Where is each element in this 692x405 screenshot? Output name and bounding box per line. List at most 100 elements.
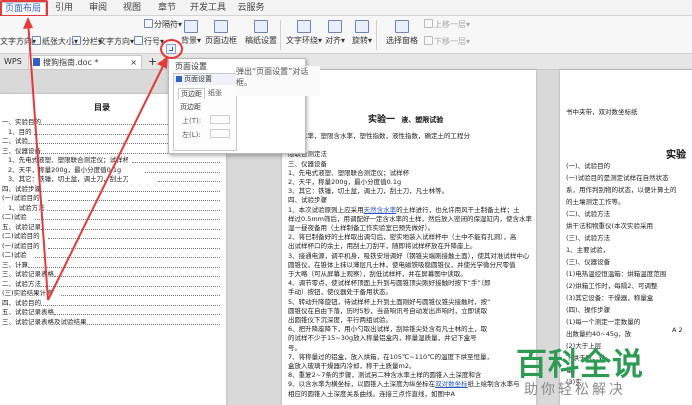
body-line: 6、把升降座降下，用小勺取出试样，刮除锥尖处含有凡士林的土，取: [288, 325, 488, 334]
tab-developer[interactable]: 开发工具: [188, 2, 228, 15]
body-line: 2、天平，称量200g，最小分度值0.1g: [288, 178, 402, 186]
margin-top-input[interactable]: [210, 115, 230, 124]
body-line: 1、先电式液塑、塑限联合测定仪；试样杯: [288, 168, 410, 177]
toc-item[interactable]: (二)试验目的: [2, 232, 122, 241]
right-body-line: (二)、试验方法: [566, 210, 611, 218]
toc-item[interactable]: 四、试验目的: [2, 299, 122, 308]
text-direction-left-button[interactable]: 文字方向▾: [0, 35, 36, 49]
figure-label: A 2: [672, 326, 683, 334]
toc-item[interactable]: 1、试验方法: [8, 204, 128, 213]
toc-item[interactable]: 二、试验: [2, 137, 122, 146]
body-line: 2、将已制备好的土样取出调匀后，密实地装入试样杯中（土中不能有孔洞），高: [288, 233, 517, 242]
toc-item[interactable]: 三、试验记录表格及试验结果: [2, 318, 122, 327]
page-main[interactable]: 实验一 液、塑限试验 限含水率，塑限含水率，塑性指数，液性指数，确定土的工程分限…: [282, 70, 536, 405]
launcher-highlight-circle: [160, 39, 183, 59]
tab-review[interactable]: 审阅: [86, 2, 110, 15]
toolbar: 分隔符▾ 行号▾ 背景▾ 页面边框 稿纸设置 文字环绕▾ 对齐▾ 旋转▾ 选择窗…: [0, 16, 692, 54]
toc-leader: [41, 285, 220, 287]
toc-leader: [34, 257, 220, 258]
breaks-button[interactable]: 分隔符▾: [144, 18, 182, 32]
toc-item[interactable]: (二)试验: [2, 213, 122, 222]
toc-item[interactable]: (一)试验目的: [2, 194, 122, 203]
manuscript-setup-button[interactable]: 稿纸设置: [243, 19, 279, 49]
body-line: 7、将称量过的铝盒，放入烘箱，在105℃~110℃的温度下烘至恒量，: [288, 352, 493, 361]
body-line: 5、转动升降旋钮，待试样杯上升到土面刚好与圆锥仪锥尖接触时，按“: [288, 297, 491, 306]
send-backward-button[interactable]: 下移一层▾: [424, 35, 470, 49]
body-line: 9、以含水率为横坐标，以圆锥入土深度为纵坐标在双对数坐标纸上绘制含水率与: [288, 380, 520, 389]
body-line: 手动）按钮，使仪器处于备用状态。: [288, 288, 392, 297]
breaks-icon: [144, 19, 153, 28]
selection-pane-button[interactable]: 选择窗格: [383, 19, 421, 49]
toc-leader: [47, 200, 220, 201]
toc-leader: [60, 295, 220, 296]
toc-item[interactable]: (一)试验目的: [2, 242, 122, 251]
body-line: 相应的圆锥入土深度关系曲线。连接三点作直线，如图中A: [288, 389, 455, 398]
line-number-icon: [134, 36, 143, 45]
bring-forward-button[interactable]: 上移一层▾: [424, 18, 470, 32]
toc-item[interactable]: 三、计算: [2, 261, 122, 270]
watermark-title: 百科全说: [516, 347, 644, 383]
margin-left-label: 左(L):: [182, 131, 201, 139]
close-tab-icon[interactable]: ×: [130, 56, 137, 70]
toc-item[interactable]: 三、试验记录表格: [2, 270, 122, 279]
tab-chapter[interactable]: 章节: [155, 2, 179, 15]
dialog-tab-paper[interactable]: 纸张: [208, 88, 222, 98]
toc-item[interactable]: 三、仪器设备: [2, 147, 122, 156]
tab-references[interactable]: 引用: [52, 2, 76, 15]
toc-item[interactable]: (三)实验结果计算: [2, 289, 122, 298]
toc-item[interactable]: 一、实验目的: [2, 118, 122, 127]
toolbar-separator: [376, 20, 377, 50]
toolbar-separator: [280, 20, 281, 50]
body-line: 出试样杯口的余土，用刮土刀刮平，随即将试样杯放在升降座上。: [288, 242, 477, 251]
body-line: 于大略（可从屏幕上观察），刮低试样杯，并在屏幕图中读取。: [288, 270, 467, 278]
new-tab-button[interactable]: +: [144, 55, 158, 69]
wps-home-tab[interactable]: WPS: [0, 55, 28, 69]
body-line: 湿一昼夜备用（土样制备工作实验室已预先做好）。: [288, 224, 435, 232]
toc-item[interactable]: 二、试验方法: [2, 280, 122, 289]
toc-item[interactable]: 1、先电式液塑、塑限联合测定仪；试样杯: [8, 156, 128, 165]
right-page-header: 书中夹带，双对数坐标纸: [566, 108, 638, 116]
toc-item[interactable]: 五、试验记录: [2, 223, 122, 232]
right-body-line: (2)烘箱工作时，每隔2、可调整: [566, 282, 658, 290]
body-line: 三、仪器设备: [288, 159, 327, 168]
body-line: 限联合测定法: [288, 150, 327, 159]
rotate-button[interactable]: 旋转▾: [350, 19, 374, 49]
right-body-line: (一)试验目的是测定试样在自然状态: [566, 174, 669, 182]
document-tab-strip: WPS 搜狗指南.doc * × +: [0, 54, 692, 70]
right-body-line: 1、主要试验，: [566, 246, 610, 254]
align-button[interactable]: 对齐▾: [323, 19, 347, 49]
toc-leader: [54, 314, 220, 315]
toc-leader: [28, 266, 220, 268]
body-line: [288, 141, 534, 150]
toc-leader: [41, 228, 220, 230]
page-border-button[interactable]: 页面边框: [205, 19, 237, 49]
document-tab[interactable]: 搜狗指南.doc * ×: [28, 55, 142, 69]
tab-cloud[interactable]: 云服务: [233, 2, 269, 15]
toc-item[interactable]: 五、试验记录表格: [2, 308, 122, 317]
toc-item[interactable]: 1、目的: [8, 128, 128, 137]
body-line: 限含水率，塑限含水率，塑性指数，液性指数，确定土的工程分: [288, 132, 470, 140]
rotate-icon: [355, 20, 369, 33]
text-direction-button[interactable]: 文字方向▾: [98, 35, 134, 49]
right-body-line: (三)、仪器设备: [566, 258, 611, 266]
body-line: 的试样不少于15~30g放入称量铝盒内，称量湿质量，并记下盒号: [288, 334, 477, 343]
right-body-line: (3)其它设备：干燥器，称量盒: [566, 294, 654, 302]
right-body-line: 系，用作判别物的状态，以便计算土的: [566, 186, 677, 194]
dialog-tab-margins[interactable]: 页边距: [178, 88, 205, 99]
margin-left-input[interactable]: [210, 129, 230, 138]
toc-item[interactable]: 3、其它：铁锤，切土盆，调土刀，刮土刀，凡士林等。: [8, 175, 128, 184]
toc-item[interactable]: (二)试验: [2, 251, 122, 260]
body-line: 8、重复2~7条的步骤，测试另二种含水率土样的圆锥入土深度和含: [288, 371, 482, 380]
popup-title: 页面设置: [175, 62, 207, 71]
toc-item[interactable]: 2、天平，称量200g，最小分度值0.1g: [8, 166, 128, 175]
toc-leader: [41, 304, 220, 306]
active-tab-highlight: [0, 0, 48, 17]
toc-item[interactable]: 四、试验步骤: [2, 185, 122, 194]
tab-view[interactable]: 视图: [120, 2, 144, 15]
manuscript-icon: [254, 20, 268, 33]
bring-forward-icon: [424, 19, 433, 28]
background-button[interactable]: 背景▾: [180, 19, 202, 49]
dialog-preview[interactable]: 页面设置 页边距 纸张 页边距 上(T): 左(L):: [173, 73, 237, 151]
text-wrap-button[interactable]: 文字环绕▾: [285, 19, 323, 49]
right-body-line: (三)、试验方法: [566, 234, 611, 242]
